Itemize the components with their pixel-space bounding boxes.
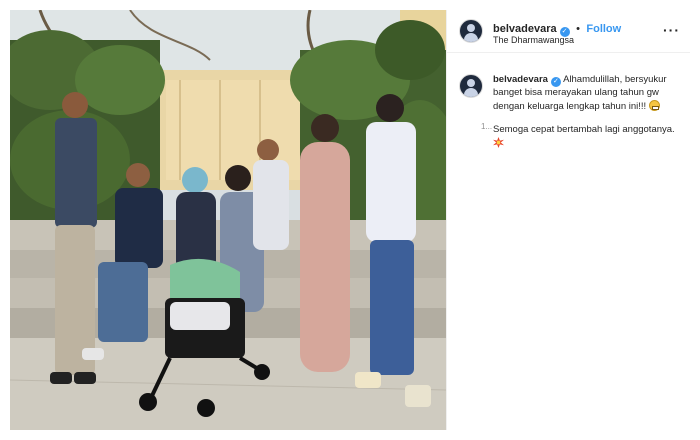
caption-paragraph-2: Semoga cepat bertambah lagi anggotanya. [493,124,683,150]
caption-username[interactable]: belvadevara [493,74,548,85]
follow-button[interactable]: Follow [586,23,621,35]
collision-emoji-icon [493,136,504,148]
family-photo-image [10,10,446,430]
caption-author-avatar[interactable] [459,74,483,98]
caption-meta: 1... [481,122,493,131]
author-username[interactable]: belvadevara [493,23,557,35]
instagram-post-window: belvadevara ✓ • Follow The Dharmawangsa ·… [0,0,700,440]
post-photo[interactable] [10,10,446,430]
more-options-icon[interactable]: ··· [663,22,680,38]
post-location[interactable]: The Dharmawangsa [493,35,574,45]
author-avatar[interactable] [459,19,483,43]
caption-text-2: Semoga cepat bertambah lagi anggotanya. [493,124,675,135]
verified-badge-icon: ✓ [550,77,561,87]
grinning-emoji-icon [648,99,660,111]
caption-body: belvadevara ✓ Alhamdulillah, bersyukur ba… [493,74,683,150]
post-header: belvadevara ✓ • Follow The Dharmawangsa ·… [447,10,690,53]
separator-dot: • [576,23,580,35]
post-sidebar: belvadevara ✓ • Follow The Dharmawangsa ·… [447,10,690,430]
